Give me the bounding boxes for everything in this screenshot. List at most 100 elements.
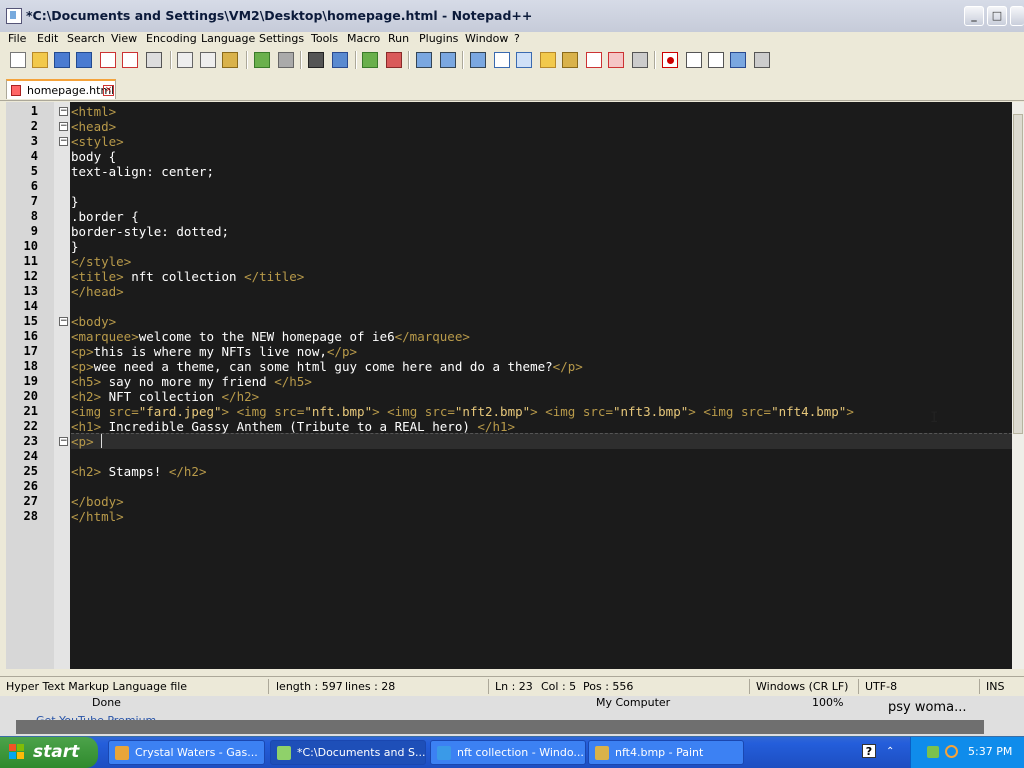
undo-icon[interactable]: [254, 52, 270, 68]
code-line[interactable]: </head>: [71, 284, 124, 299]
folder-workspace-icon[interactable]: [608, 52, 624, 68]
minimize-button[interactable]: _: [964, 6, 984, 26]
monitor-icon[interactable]: [632, 52, 648, 68]
code-line[interactable]: </html>: [71, 509, 124, 524]
udl-icon[interactable]: [540, 52, 556, 68]
code-line[interactable]: <style>: [71, 134, 124, 149]
code-line[interactable]: <h2> Stamps! </h2>: [71, 464, 206, 479]
code-line[interactable]: </body>: [71, 494, 124, 509]
taskbar-button[interactable]: nft collection - Windo...: [430, 740, 586, 765]
code-line[interactable]: <html>: [71, 104, 116, 119]
tab-close-icon[interactable]: ×: [103, 85, 114, 96]
code-line[interactable]: }: [71, 239, 79, 254]
code-line[interactable]: <h1> Incredible Gassy Anthem (Tribute to…: [71, 419, 515, 434]
replace-icon[interactable]: [332, 52, 348, 68]
code-line[interactable]: <h2> NFT collection </h2>: [71, 389, 259, 404]
menu-window[interactable]: Window: [465, 32, 508, 45]
run-macro-multi-icon[interactable]: [730, 52, 746, 68]
fold-toggle-icon[interactable]: −: [59, 317, 68, 326]
save-macro-icon[interactable]: [754, 52, 770, 68]
paste-icon[interactable]: [222, 52, 238, 68]
menu-view[interactable]: View: [111, 32, 137, 45]
close-button[interactable]: [1010, 6, 1024, 26]
menu-file[interactable]: File: [8, 32, 26, 45]
doc-map-icon[interactable]: [562, 52, 578, 68]
fold-toggle-icon[interactable]: −: [59, 122, 68, 131]
pilcrow-icon[interactable]: [494, 52, 510, 68]
fold-margin[interactable]: − − − − −: [54, 102, 70, 669]
chevron-up-icon[interactable]: ⌃: [886, 746, 898, 758]
toolbar-separator: [246, 51, 248, 69]
code-line[interactable]: <title> nft collection </title>: [71, 269, 304, 284]
code-line[interactable]: <p>this is where my NFTs live now,</p>: [71, 344, 357, 359]
menu-settings[interactable]: Settings: [259, 32, 304, 45]
code-editor[interactable]: 1 2 3 4 5 6 7 8 9 10 11 12 13 14 15 16 17 18 19 20 21 22 23 24 2…: [6, 102, 1012, 669]
menu-edit[interactable]: Edit: [37, 32, 58, 45]
toolbar-separator: [462, 51, 464, 69]
line-number: 23: [23, 434, 38, 448]
status-eol: Windows (CR LF): [756, 680, 849, 693]
fold-toggle-icon[interactable]: −: [59, 137, 68, 146]
fold-toggle-icon[interactable]: −: [59, 107, 68, 116]
zoom-in-icon[interactable]: [362, 52, 378, 68]
code-line[interactable]: body {: [71, 149, 116, 164]
code-line[interactable]: .border {: [71, 209, 139, 224]
record-macro-icon[interactable]: [662, 52, 678, 68]
code-line[interactable]: border-style: dotted;: [71, 224, 229, 239]
indent-guide-icon[interactable]: [516, 52, 532, 68]
menu-help[interactable]: ?: [514, 32, 520, 45]
menu-search[interactable]: Search: [67, 32, 105, 45]
stop-record-icon[interactable]: [686, 52, 702, 68]
title-bar[interactable]: *C:\Documents and Settings\VM2\Desktop\h…: [0, 0, 1024, 32]
code-line[interactable]: <marquee>welcome to the NEW homepage of …: [71, 329, 470, 344]
network-icon[interactable]: [927, 746, 939, 758]
save-all-icon[interactable]: [76, 52, 92, 68]
func-list-icon[interactable]: [586, 52, 602, 68]
menu-language[interactable]: Language: [201, 32, 255, 45]
line-number: 14: [23, 299, 38, 313]
code-line[interactable]: </style>: [71, 254, 131, 269]
copy-icon[interactable]: [200, 52, 216, 68]
code-line[interactable]: <p>: [71, 434, 101, 449]
menu-plugins[interactable]: Plugins: [419, 32, 458, 45]
code-line[interactable]: <head>: [71, 119, 116, 134]
open-file-icon[interactable]: [32, 52, 48, 68]
save-icon[interactable]: [54, 52, 70, 68]
taskbar-button[interactable]: *C:\Documents and S...: [270, 740, 426, 765]
notepadpp-icon[interactable]: [6, 8, 22, 24]
close-file-icon[interactable]: [100, 52, 116, 68]
menu-encoding[interactable]: Encoding: [146, 32, 197, 45]
code-line[interactable]: text-align: center;: [71, 164, 214, 179]
code-line[interactable]: <p>wee need a theme, can some html guy c…: [71, 359, 583, 374]
toolbar-separator: [654, 51, 656, 69]
taskbar-button[interactable]: nft4.bmp - Paint: [588, 740, 744, 765]
menu-tools[interactable]: Tools: [311, 32, 338, 45]
help-icon[interactable]: ?: [862, 744, 876, 758]
vertical-scrollbar[interactable]: [1012, 102, 1024, 669]
menu-macro[interactable]: Macro: [347, 32, 380, 45]
code-line[interactable]: <img src="fard.jpeg"> <img src="nft.bmp"…: [71, 404, 854, 419]
scrollbar-thumb[interactable]: [1013, 114, 1023, 434]
sync-v-icon[interactable]: [416, 52, 432, 68]
zoom-out-icon[interactable]: [386, 52, 402, 68]
close-all-icon[interactable]: [122, 52, 138, 68]
cut-icon[interactable]: [177, 52, 193, 68]
taskbar-button[interactable]: Crystal Waters - Gas...: [108, 740, 265, 765]
redo-icon[interactable]: [278, 52, 294, 68]
code-line[interactable]: }: [71, 194, 79, 209]
search-icon[interactable]: [945, 745, 958, 758]
find-icon[interactable]: [308, 52, 324, 68]
code-line[interactable]: <body>: [71, 314, 116, 329]
print-icon[interactable]: [146, 52, 162, 68]
start-button[interactable]: start: [0, 737, 98, 768]
sync-h-icon[interactable]: [440, 52, 456, 68]
play-macro-icon[interactable]: [708, 52, 724, 68]
fold-toggle-icon[interactable]: −: [59, 437, 68, 446]
maximize-button[interactable]: □: [987, 6, 1007, 26]
menu-run[interactable]: Run: [388, 32, 409, 45]
new-file-icon[interactable]: [10, 52, 26, 68]
tab-homepage[interactable]: homepage.html ×: [6, 79, 116, 99]
wrap-icon[interactable]: [470, 52, 486, 68]
code-line[interactable]: <h5> say no more my friend </h5>: [71, 374, 312, 389]
code-area[interactable]: <html> <head> <style> body {text-align: cen…: [71, 102, 1012, 669]
